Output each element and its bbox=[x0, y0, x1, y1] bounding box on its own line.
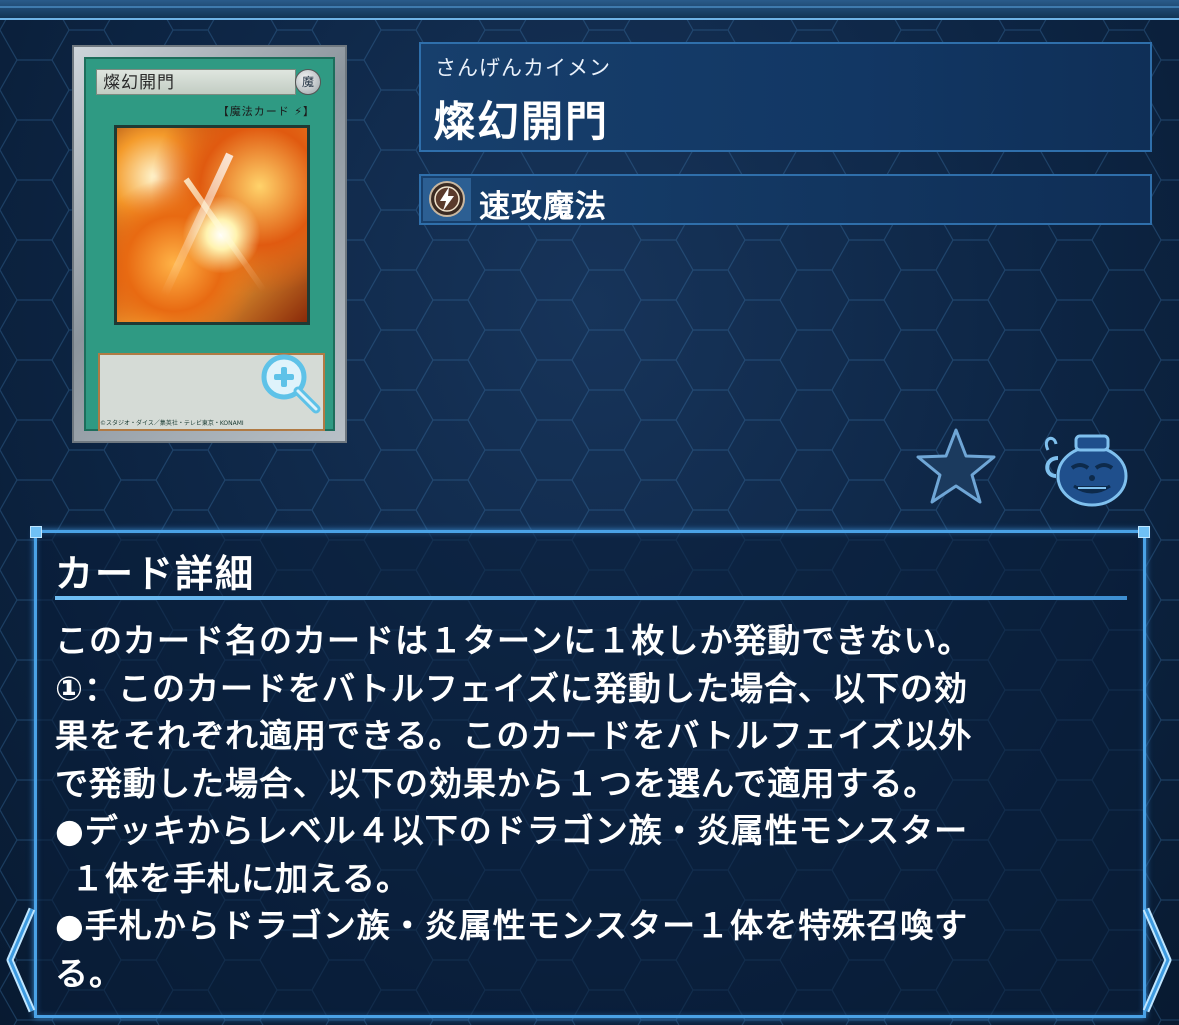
card-image-name: 燦幻開門 bbox=[96, 69, 296, 95]
card-type-label: 速攻魔法 bbox=[479, 189, 607, 225]
card-name-panel: さんげんカイメン 燦幻開門 bbox=[419, 42, 1152, 152]
effect-line: ●デッキからレベル４以下のドラゴン族・炎属性モンスター bbox=[55, 811, 969, 850]
card-attribute-icon: 魔 bbox=[295, 69, 321, 95]
effect-line: る。 bbox=[55, 953, 123, 993]
type-icon-wrap bbox=[423, 178, 471, 221]
card-image-type-text: 【魔法カード bbox=[217, 105, 290, 118]
pot-of-greed-icon[interactable] bbox=[1040, 428, 1132, 508]
effect-line: で発動した場合、以下の効果から１つを選んで適用する。 bbox=[55, 763, 938, 803]
card-name-reading: さんげんカイメン bbox=[435, 56, 611, 80]
chevron-left-icon[interactable] bbox=[2, 905, 38, 1015]
effect-line: １体を手札に加える。 bbox=[71, 858, 411, 898]
card-copyright: ©スタジオ・ダイス／集英社・テレビ東京・KONAMI bbox=[100, 420, 244, 427]
panel-corner bbox=[30, 526, 42, 538]
detail-title: カード詳細 bbox=[55, 552, 256, 596]
effect-line: 果をそれぞれ適用できる。このカードをバトルフェイズ以外 bbox=[55, 716, 973, 755]
zoom-in-icon[interactable] bbox=[258, 353, 322, 417]
effect-line: このカード名のカードは１ターンに１枚しか発動できない。 bbox=[55, 621, 972, 660]
card-detail-screen: 燦幻開門 魔 【魔法カード ⚡】 ©スタジオ・ダイス／集英社・テレビ東京・KON… bbox=[0, 0, 1179, 1025]
card-image-type: 【魔法カード ⚡】 bbox=[217, 105, 315, 118]
effect-line: ①：このカードをバトルフェイズに発動した場合、以下の効 bbox=[55, 668, 968, 708]
card-type-panel: 速攻魔法 bbox=[419, 174, 1152, 225]
panel-corner bbox=[1138, 526, 1150, 538]
card-effect-text: このカード名のカードは１ターンに１枚しか発動できない。 ①：このカードをバトルフ… bbox=[55, 617, 1135, 997]
card-name: 燦幻開門 bbox=[433, 97, 610, 146]
effect-line: ●手札からドラゴン族・炎属性モンスター１体を特殊召喚す bbox=[55, 906, 969, 945]
star-icon[interactable] bbox=[915, 427, 997, 505]
quick-play-spell-icon bbox=[429, 181, 465, 217]
top-bar bbox=[0, 0, 1179, 20]
card-image-type-mark: ⚡ bbox=[294, 105, 303, 118]
card-detail-panel[interactable]: カード詳細 このカード名のカードは１ターンに１枚しか発動できない。 ①：このカー… bbox=[30, 526, 1150, 1018]
card-artwork bbox=[114, 125, 310, 325]
detail-divider bbox=[55, 596, 1127, 600]
card-image[interactable]: 燦幻開門 魔 【魔法カード ⚡】 ©スタジオ・ダイス／集英社・テレビ東京・KON… bbox=[72, 45, 347, 443]
chevron-right-icon[interactable] bbox=[1140, 905, 1176, 1015]
